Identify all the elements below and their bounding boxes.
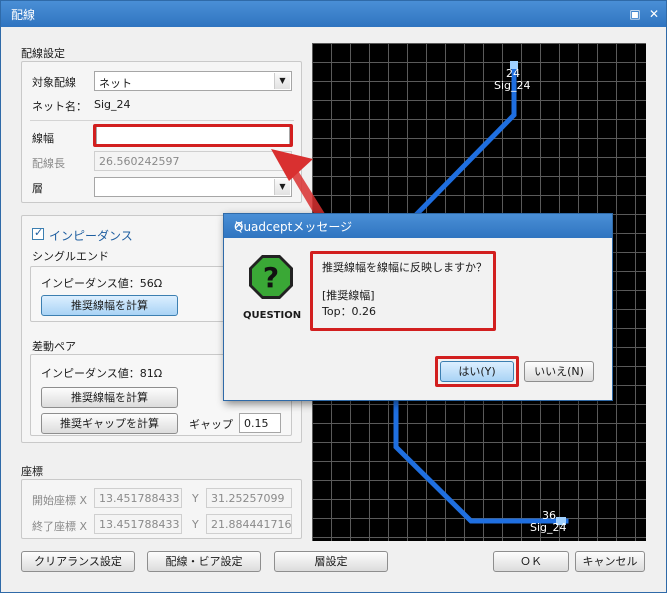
cancel-button[interactable]: キャンセル [575,551,645,572]
dialog-message: 推奨線幅を線幅に反映しますか？ [推奨線幅] Top：0.26 [310,251,496,331]
ok-button[interactable]: ＯＫ [493,551,569,572]
confirm-dialog: Quadceptメッセージ ✕ ? QUESTION 推奨線幅を線幅に反映します… [223,213,613,401]
layer-settings-button[interactable]: 層設定 [274,551,388,572]
message-line: Top：0.26 [322,305,377,318]
dialog-titlebar[interactable]: Quadceptメッセージ ✕ [224,214,612,238]
wiring-window: 配線 ▣ ✕ 配線設定 対象配線 ネット ▼ ネット名： Sig_24 線幅 配… [0,0,667,593]
clearance-settings-button[interactable]: クリアランス設定 [21,551,135,572]
svg-text:?: ? [263,261,279,294]
question-caption: QUESTION [243,310,302,321]
no-button[interactable]: いいえ(N) [524,361,594,382]
wiring-via-settings-button[interactable]: 配線・ビア設定 [147,551,261,572]
message-line: [推奨線幅] [322,289,375,302]
yes-button[interactable]: はい(Y) [440,361,514,382]
arrow-head [271,149,313,181]
dialog-close-icon[interactable]: ✕ [234,218,606,232]
message-line: 推奨線幅を線幅に反映しますか？ [322,261,487,274]
question-icon: ? [249,255,293,299]
